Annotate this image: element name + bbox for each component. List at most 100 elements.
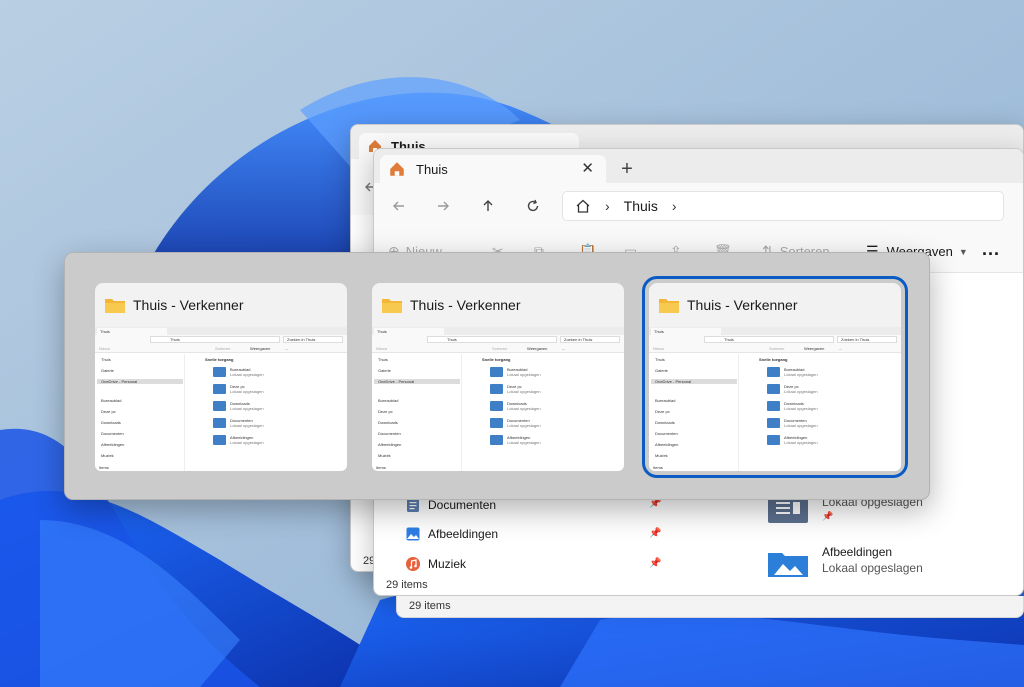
thumb-sidebar-item: Galerie bbox=[655, 368, 668, 373]
thumb-section: Snelle toegang bbox=[759, 357, 788, 362]
refresh-icon bbox=[527, 199, 539, 212]
thumb-section: Snelle toegang bbox=[205, 357, 234, 362]
thumb-search: Zoeken in Thuis bbox=[564, 337, 593, 342]
breadcrumb-thuis[interactable]: Thuis bbox=[624, 198, 658, 214]
window-thumbnail: Thuis Thuis Zoeken in Thuis Nieuw Sorter… bbox=[372, 327, 624, 471]
thumb-tab: Thuis bbox=[654, 329, 664, 334]
thumb-view: Weergaven bbox=[527, 346, 548, 351]
thumb-more: ... bbox=[285, 346, 289, 351]
thumb-folder-icon bbox=[213, 367, 226, 377]
thumb-new: Nieuw bbox=[653, 346, 665, 351]
status-item-count: 29 items bbox=[386, 579, 428, 591]
thumb-status: Items bbox=[99, 465, 109, 470]
folder-icon bbox=[382, 299, 402, 313]
thumb-sidebar-item: Thuis bbox=[378, 357, 388, 362]
forward-button[interactable] bbox=[432, 195, 454, 217]
thumb-folder-icon bbox=[767, 384, 780, 394]
chevron-right-icon[interactable]: › bbox=[672, 198, 677, 214]
thumb-sidebar-item: Galerie bbox=[101, 368, 114, 373]
sidebar-label: Afbeeldingen bbox=[428, 527, 499, 541]
thumb-sidebar-item: Muziek bbox=[655, 453, 668, 458]
thumb-sidebar-item: OneDrive - Personal bbox=[97, 379, 183, 384]
thumb-folder-icon bbox=[213, 435, 226, 445]
thumb-sidebar-item: Downloads bbox=[101, 420, 121, 425]
thumb-item-sub: Lokaal opgeslagen bbox=[230, 389, 264, 394]
thumb-item-sub: Lokaal opgeslagen bbox=[507, 406, 541, 411]
arrow-left-icon bbox=[393, 201, 404, 211]
status-strip-count: 29 items bbox=[409, 600, 451, 612]
thumb-folder-icon bbox=[490, 418, 503, 428]
thumb-crumb: Thuis bbox=[447, 337, 457, 342]
thumb-status: Items bbox=[376, 465, 386, 470]
thumb-item-sub: Lokaal opgeslagen bbox=[230, 423, 264, 428]
card-title: Thuis - Verkenner bbox=[410, 297, 521, 313]
thumb-sidebar-item: OneDrive - Personal bbox=[374, 379, 460, 384]
switcher-card-1[interactable]: Thuis - Verkenner Thuis Thuis Zoeken in … bbox=[95, 283, 347, 471]
back-button[interactable] bbox=[388, 195, 410, 217]
thumb-item-sub: Lokaal opgeslagen bbox=[784, 406, 818, 411]
more-options-button[interactable]: ... bbox=[982, 239, 1000, 260]
thumb-sidebar-item: Bureaublad bbox=[101, 398, 122, 403]
address-bar[interactable]: › Thuis › bbox=[562, 191, 1004, 221]
thumb-item-sub: Lokaal opgeslagen bbox=[784, 423, 818, 428]
up-button[interactable] bbox=[477, 195, 499, 217]
thumb-sidebar-item: Documenten bbox=[101, 431, 124, 436]
thumb-folder-icon bbox=[767, 401, 780, 411]
thumb-sidebar-item: Deze pc bbox=[655, 409, 670, 414]
thumb-more: ... bbox=[562, 346, 566, 351]
thumb-sidebar-item: Afbeeldingen bbox=[101, 442, 125, 447]
thumb-sidebar-item: Deze pc bbox=[378, 409, 393, 414]
thumb-folder-icon bbox=[767, 367, 780, 377]
thumb-new: Nieuw bbox=[99, 346, 111, 351]
thumb-sidebar-item: Bureaublad bbox=[655, 398, 676, 403]
switcher-card-3[interactable]: Thuis - Verkenner Thuis Thuis Zoeken in … bbox=[642, 276, 908, 478]
thumb-sidebar-item: Documenten bbox=[378, 431, 401, 436]
pin-icon[interactable]: 📌 bbox=[649, 558, 661, 569]
switcher-card-2[interactable]: Thuis - Verkenner Thuis Thuis Zoeken in … bbox=[372, 283, 624, 471]
thumb-view: Weergaven bbox=[250, 346, 271, 351]
thumb-sidebar-item: Afbeeldingen bbox=[378, 442, 402, 447]
item-title: Afbeeldingen bbox=[822, 545, 893, 559]
thumb-new: Nieuw bbox=[376, 346, 388, 351]
thumb-folder-icon bbox=[767, 418, 780, 428]
thumb-status: Items bbox=[653, 465, 663, 470]
thumb-item-sub: Lokaal opgeslagen bbox=[230, 440, 264, 445]
thumb-item-sub: Lokaal opgeslagen bbox=[507, 423, 541, 428]
status-strip: 29 items bbox=[396, 596, 1024, 618]
thumb-search: Zoeken in Thuis bbox=[287, 337, 316, 342]
thumb-sort: Sorteren bbox=[769, 346, 785, 351]
front-tab[interactable]: Thuis ✕ bbox=[380, 155, 606, 183]
thumb-search: Zoeken in Thuis bbox=[841, 337, 870, 342]
thumb-sidebar-item: Downloads bbox=[378, 420, 398, 425]
thumb-folder-icon bbox=[213, 401, 226, 411]
pictures-folder-icon bbox=[768, 553, 808, 577]
plus-icon: + bbox=[621, 157, 633, 180]
thumb-tab: Thuis bbox=[377, 329, 387, 334]
front-nav-bar: › Thuis › bbox=[374, 183, 1023, 229]
card-header: Thuis - Verkenner bbox=[372, 283, 624, 327]
thumb-sidebar-item: Afbeeldingen bbox=[655, 442, 679, 447]
thumb-item-sub: Lokaal opgeslagen bbox=[230, 372, 264, 377]
pin-icon[interactable]: 📌 bbox=[649, 528, 661, 539]
thumb-item-sub: Lokaal opgeslagen bbox=[507, 389, 541, 394]
thumb-sidebar-item: Thuis bbox=[101, 357, 111, 362]
content-item-afbeeldingen[interactable]: Afbeeldingen Lokaal opgeslagen bbox=[768, 545, 968, 579]
thumb-section: Snelle toegang bbox=[482, 357, 511, 362]
thumb-item-sub: Lokaal opgeslagen bbox=[507, 372, 541, 377]
thumb-folder-icon bbox=[490, 401, 503, 411]
thumb-sidebar-item: OneDrive - Personal bbox=[651, 379, 737, 384]
front-tab-title: Thuis bbox=[416, 161, 448, 177]
thumb-sidebar-item: Deze pc bbox=[101, 409, 116, 414]
pin-icon: 📌 bbox=[822, 511, 834, 521]
home-outline-icon bbox=[576, 199, 590, 213]
thumb-sidebar-item: Galerie bbox=[378, 368, 391, 373]
thumb-item-sub: Lokaal opgeslagen bbox=[784, 440, 818, 445]
sidebar-item-afbeeldingen[interactable]: Afbeeldingen bbox=[406, 527, 498, 541]
close-tab-icon[interactable]: ✕ bbox=[581, 159, 594, 177]
sidebar-item-muziek[interactable]: Muziek bbox=[406, 557, 466, 571]
new-tab-button[interactable]: + bbox=[614, 157, 640, 181]
more-icon: ... bbox=[982, 239, 1001, 259]
thumb-tab: Thuis bbox=[100, 329, 110, 334]
refresh-button[interactable] bbox=[522, 195, 544, 217]
sidebar-label: Muziek bbox=[428, 557, 467, 571]
